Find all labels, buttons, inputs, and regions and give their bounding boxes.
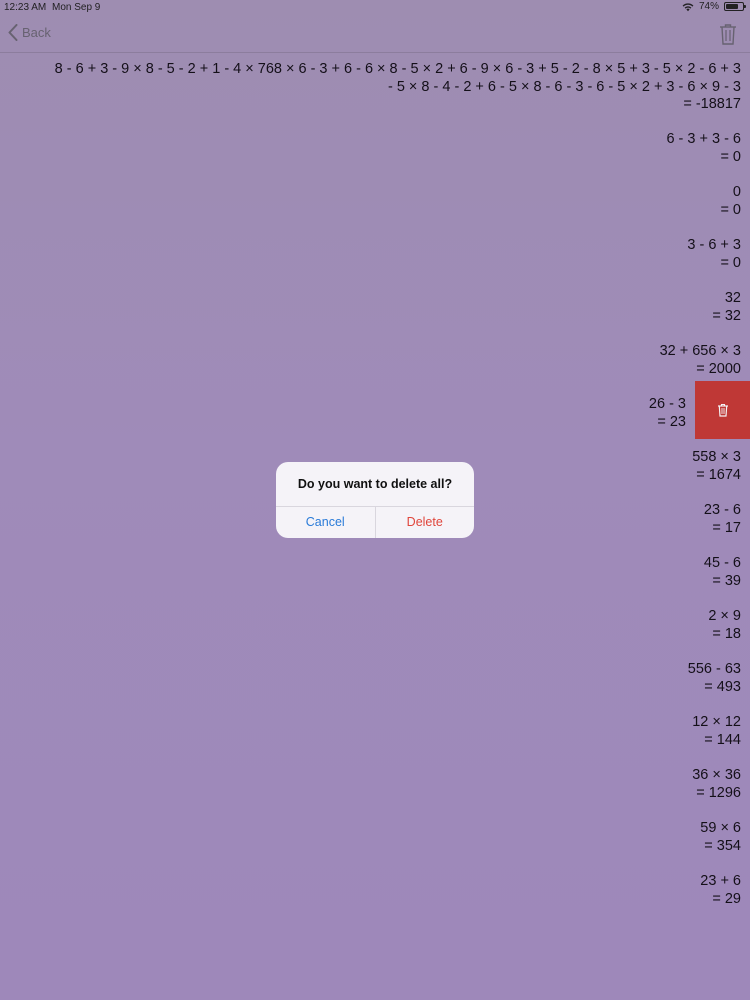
alert-title: Do you want to delete all? [297,477,453,491]
cancel-button[interactable]: Cancel [276,507,376,538]
calculator-history-screen: 12:23 AM Mon Sep 9 74% Back 8 - 6 + 3 - … [0,0,750,1000]
delete-button[interactable]: Delete [376,507,475,538]
delete-all-alert: Do you want to delete all? Cancel Delete [276,462,474,538]
alert-actions: Cancel Delete [276,506,474,538]
